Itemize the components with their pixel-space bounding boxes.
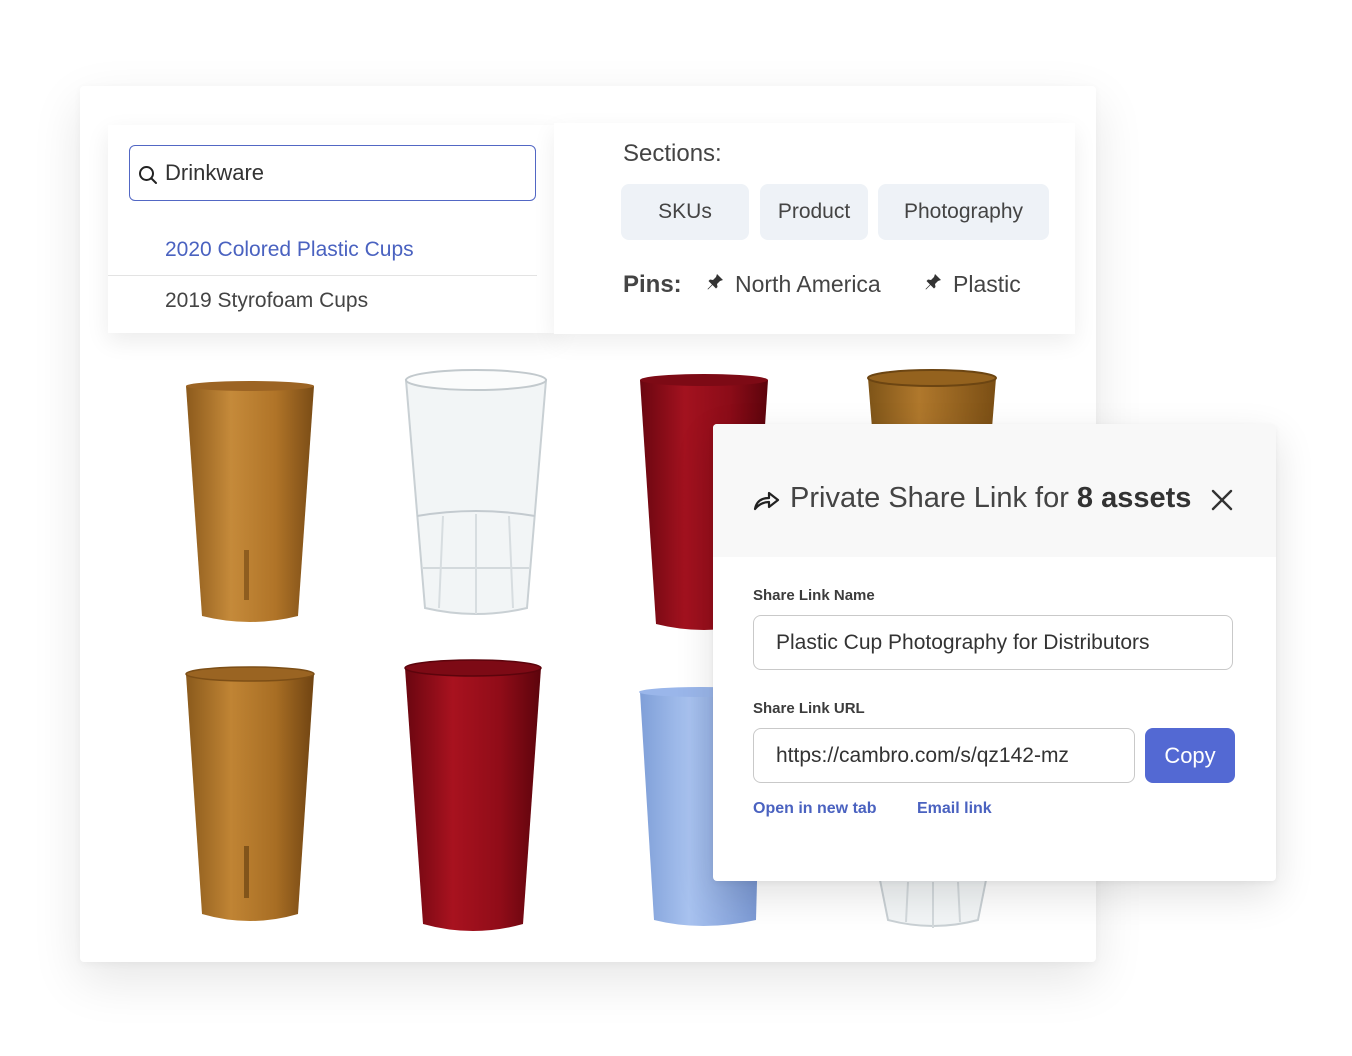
share-icon [753,488,781,512]
asset-cup-amber-3[interactable] [184,666,316,926]
pin-label: Plastic [953,271,1021,297]
asset-cup-clear-1[interactable] [403,368,549,622]
share-link-url-label: Share Link URL [753,700,865,717]
pin-plastic[interactable]: Plastic [923,271,1021,298]
share-link-name-field[interactable]: Plastic Cup Photography for Distributors [753,615,1233,670]
asset-cup-amber-2[interactable] [866,368,998,428]
copy-button[interactable]: Copy [1145,728,1235,783]
pin-label: North America [735,271,881,297]
share-link-name-label: Share Link Name [753,587,875,604]
asset-cup-amber-1[interactable] [184,380,316,624]
search-box[interactable] [129,145,536,201]
search-input[interactable] [165,156,525,190]
share-link-modal: Private Share Link for 8 assets Share Li… [713,424,1276,881]
search-result-item[interactable]: 2020 Colored Plastic Cups [165,238,414,262]
search-panel: 2020 Colored Plastic Cups 2019 Styrofoam… [108,125,558,333]
modal-title: Private Share Link for 8 assets [790,482,1191,515]
pins-label: Pins: [623,271,682,298]
pin-north-america[interactable]: North America [705,271,881,298]
filters-panel: Sections: SKUs Product Photography Pins:… [554,123,1075,334]
open-in-new-tab-link[interactable]: Open in new tab [753,800,877,818]
result-divider [108,275,537,276]
search-result-item[interactable]: 2019 Styrofoam Cups [165,289,368,313]
section-chip-product[interactable]: Product [760,184,868,240]
email-link[interactable]: Email link [917,800,992,818]
section-chip-photography[interactable]: Photography [878,184,1049,240]
modal-header: Private Share Link for 8 assets [713,424,1276,557]
asset-cup-red-2[interactable] [403,658,543,936]
section-chip-skus[interactable]: SKUs [621,184,749,240]
close-icon[interactable] [1210,488,1234,512]
asset-cup-clear-2[interactable] [878,879,988,930]
pin-icon [923,271,943,298]
sections-label: Sections: [623,140,722,167]
search-icon [138,165,158,185]
modal-title-count: 8 assets [1076,482,1192,514]
pin-icon [705,271,725,298]
share-link-url-field[interactable]: https://cambro.com/s/qz142-mz [753,728,1135,783]
modal-title-prefix: Private Share Link for [790,482,1069,514]
